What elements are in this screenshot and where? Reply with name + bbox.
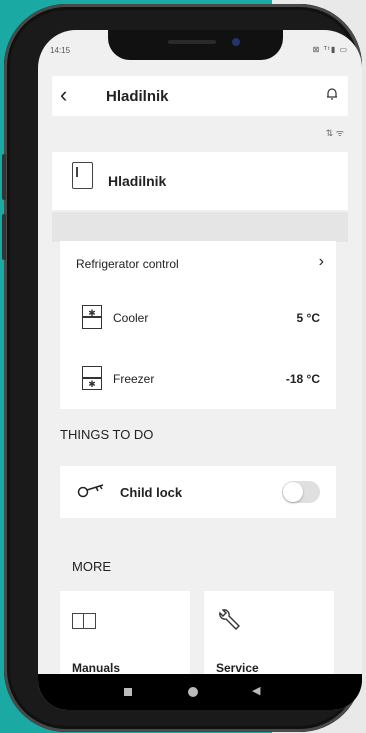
things-to-do-heading: THINGS TO DO <box>60 427 154 442</box>
key-icon <box>77 484 104 498</box>
toggle-knob <box>283 482 303 502</box>
child-lock-toggle[interactable] <box>282 481 320 503</box>
app-header: ‹ Hladilnik <box>52 76 348 116</box>
device-card: Hladilnik <box>52 152 348 210</box>
refrigerator-control-title: Refrigerator control <box>76 257 179 271</box>
more-heading: MORE <box>72 559 111 574</box>
notch <box>108 30 283 60</box>
connectivity-icons: ⇅ ᯤ <box>325 128 344 138</box>
speaker-grille <box>168 40 216 44</box>
chevron-right-icon[interactable]: › <box>319 253 324 271</box>
device-name: Hladilnik <box>108 173 167 189</box>
back-arrow-icon[interactable]: ‹ <box>60 82 67 108</box>
recents-icon[interactable] <box>124 688 132 696</box>
front-camera <box>232 38 240 46</box>
freezer-temperature: -18 °C <box>285 372 320 386</box>
side-button <box>2 214 6 260</box>
android-nav-bar: ◀ <box>38 674 362 710</box>
side-button <box>2 154 6 200</box>
book-icon <box>72 613 96 629</box>
service-tile[interactable]: Service <box>204 591 334 675</box>
freezer-label: Freezer <box>113 372 155 386</box>
cooler-icon: ✱ <box>82 305 102 329</box>
wrench-icon <box>219 609 240 630</box>
status-time: 14:15 <box>50 46 71 55</box>
freezer-icon: ✱ <box>82 366 102 390</box>
manuals-label: Manuals <box>72 661 121 675</box>
screen: 14:15 ⊠ ᵀᵗ▮ ▭ ‹ Hladilnik ⇅ ᯤ Hladilnik … <box>38 30 362 710</box>
child-lock-card: Child lock <box>60 466 336 518</box>
cooler-label: Cooler <box>113 311 149 325</box>
home-icon[interactable] <box>188 687 198 697</box>
manuals-tile[interactable]: Manuals <box>60 591 190 675</box>
system-icons: ⊠ ᵀᵗ▮ ▭ <box>312 45 348 54</box>
phone-frame: 14:15 ⊠ ᵀᵗ▮ ▭ ‹ Hladilnik ⇅ ᯤ Hladilnik … <box>2 4 362 732</box>
child-lock-label: Child lock <box>120 485 183 500</box>
nav-back-icon[interactable]: ◀ <box>252 684 260 697</box>
page-title: Hladilnik <box>106 88 169 105</box>
refrigerator-control-card[interactable]: Refrigerator control › ✱ Cooler 5 °C ✱ F… <box>60 241 336 409</box>
bell-icon[interactable] <box>326 87 338 103</box>
cooler-temperature: 5 °C <box>296 311 320 325</box>
service-label: Service <box>216 661 259 675</box>
fridge-icon <box>72 162 93 189</box>
section-spacer <box>52 212 348 242</box>
